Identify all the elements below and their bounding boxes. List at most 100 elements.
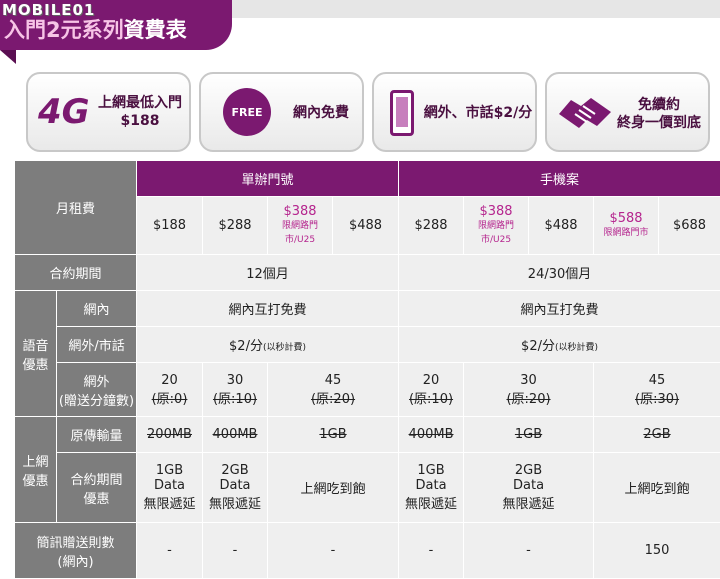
volume-cell: 400MB — [398, 416, 465, 453]
price-cell: $388 限網路門 市/U25 — [463, 196, 530, 255]
row-label-contract: 合約期間 — [13, 254, 138, 291]
volume-cell: 1GB — [463, 416, 595, 453]
label-line: (贈送分鐘數) — [58, 393, 135, 409]
benefit-line: 無限遞延 — [143, 497, 196, 512]
price-cell: $188 — [136, 196, 204, 255]
label-line: 合約期間 — [70, 472, 123, 488]
price-cell: $488 — [332, 196, 400, 255]
handshake-icon — [559, 98, 611, 128]
minutes-cell: 45 (原:20) — [267, 362, 400, 417]
ribbon-fold — [0, 50, 16, 64]
offnet-rate-phone: $2/分(以秒計費) — [398, 326, 720, 363]
feature-offnet-text: 網外、市話$2/分 — [423, 105, 533, 121]
price-note: 限網路門 — [282, 221, 319, 231]
sms-cell: - — [136, 522, 204, 579]
benefit-line: Data — [219, 478, 251, 493]
benefit-line: Data — [513, 478, 545, 493]
benefit-cell: 上網吃到飽 — [267, 452, 400, 523]
rate-value: $2/分 — [229, 339, 263, 354]
table-row-offnet-minutes: 網外 (贈送分鐘數) 20 (原:0) 30 (原:10) 45 (原:20) 20 (… — [15, 362, 720, 417]
top-bar — [232, 0, 720, 18]
contract-phone: 24/30個月 — [398, 254, 720, 291]
title-highlight: 入門2元系列 — [4, 18, 124, 42]
table-row-onnet: 語音 優惠 網內 網內互打免費 網內互打免費 — [14, 290, 720, 417]
onnet-phone: 網內互打免費 — [398, 290, 720, 327]
minutes-cell: 20 (原:0) — [136, 362, 204, 417]
offnet-rate-single: $2/分(以秒計費) — [136, 326, 400, 363]
sms-cell: - — [267, 522, 400, 579]
price-cell: $388 限網路門 市/U25 — [267, 196, 334, 255]
price-value: $388 — [479, 204, 513, 219]
price-cell: $688 — [658, 196, 720, 255]
price-cell: $488 — [528, 196, 595, 255]
minutes-value: 30 — [226, 372, 244, 388]
benefit-cell: 1GB Data 無限遞延 — [136, 452, 204, 523]
row-label-monthly: 月租費 — [13, 160, 138, 255]
benefit-line: 2GB — [221, 463, 249, 478]
benefit-line: 2GB — [514, 463, 543, 478]
benefit-line: 無限遞延 — [405, 497, 458, 512]
minutes-original: (原:10) — [212, 391, 258, 407]
feature-4g-text: 上網最低入門 $188 — [92, 94, 188, 130]
row-label-sms: 簡訊贈送則數 (網內) — [13, 522, 138, 579]
price-cell: $588 限網路門市 — [593, 196, 660, 255]
row-label-orig-volume: 原傳輸量 — [55, 416, 138, 453]
minutes-value: 20 — [161, 372, 178, 388]
onnet-single: 網內互打免費 — [136, 290, 400, 327]
label-line: (網內) — [57, 554, 94, 570]
benefit-line: 無限遞延 — [502, 497, 555, 512]
price-note: 市/U25 — [284, 235, 316, 245]
rate-table: 月租費 單辦門號 手機案 $188 $288 $388 限網路門 市/U25 $… — [13, 160, 720, 579]
volume-cell: 2GB — [593, 416, 720, 453]
benefit-line: Data — [415, 478, 447, 493]
price-note: 限網路門市 — [603, 228, 649, 238]
minutes-cell: 20 (原:10) — [398, 362, 465, 417]
feature-offnet: 網外、市話$2/分 — [372, 72, 537, 152]
benefit-cell: 2GB Data 無限遞延 — [463, 452, 595, 523]
benefit-line: 1GB — [417, 463, 445, 478]
volume-cell: 1GB — [267, 416, 400, 453]
rate-note: (以秒計費) — [262, 343, 306, 353]
minutes-cell: 45 (原:30) — [593, 362, 720, 417]
rate-value: $2/分 — [521, 339, 555, 354]
minutes-original: (原:10) — [408, 391, 454, 407]
table-row-sms: 簡訊贈送則數 (網內) - - - - - 150 — [13, 522, 720, 579]
price-cell: $288 — [398, 196, 465, 255]
feature-4g-line2: $188 — [120, 113, 160, 129]
feature-no-contract-line1: 免續約 — [638, 97, 680, 113]
table-row-contract: 合約期間 12個月 24/30個月 — [13, 254, 720, 291]
rate-plan-page: MOBILE01 入門2元系列資費表 4G 上網最低入門 $188 FREE 網… — [0, 0, 720, 579]
minutes-value: 20 — [422, 372, 440, 388]
benefit-cell: 2GB Data 無限遞延 — [202, 452, 269, 523]
feature-4g-line1: 上網最低入門 — [98, 95, 182, 111]
free-badge-icon: FREE — [223, 88, 271, 136]
minutes-original: (原:20) — [310, 391, 356, 407]
price-note: 市/U25 — [480, 235, 512, 245]
minutes-value: 45 — [324, 372, 342, 388]
price-note: 限網路門 — [478, 221, 515, 231]
benefit-cell: 上網吃到飽 — [593, 452, 720, 523]
title-rest: 資費表 — [123, 18, 187, 42]
price-value: $388 — [283, 204, 317, 219]
sms-cell: - — [398, 522, 465, 579]
minutes-cell: 30 (原:10) — [202, 362, 269, 417]
feature-no-contract-text: 免續約 終身一價到底 — [609, 96, 709, 132]
benefit-line: 無限遞延 — [209, 497, 262, 512]
feature-free-text: 網內免費 — [293, 105, 349, 121]
row-label-offnet-minutes: 網外 (贈送分鐘數) — [55, 362, 138, 417]
minutes-value: 30 — [520, 372, 537, 388]
label-line: 簡訊贈送則數 — [36, 535, 115, 551]
rate-note: (以秒計費) — [554, 343, 599, 353]
minutes-cell: 30 (原:20) — [463, 362, 595, 417]
sms-cell: - — [202, 522, 269, 579]
4g-icon: 4G — [38, 92, 90, 132]
table-row-orig-volume: 上網 優惠 原傳輸量 200MB 400MB 1GB 400MB 1GB 2GB — [14, 416, 720, 523]
group-single: 單辦門號 — [136, 160, 400, 197]
volume-cell: 400MB — [202, 416, 269, 453]
minutes-original: (原:20) — [506, 391, 551, 407]
table-header-row: 月租費 單辦門號 手機案 — [13, 160, 720, 255]
row-label-voice: 語音 優惠 — [14, 290, 57, 417]
feature-no-contract: 免續約 終身一價到底 — [545, 72, 710, 152]
table-row-benefit: 合約期間 優惠 1GB Data 無限遞延 2GB Data 無限遞延 上網吃到飽 1G… — [15, 452, 720, 523]
contract-single: 12個月 — [136, 254, 400, 291]
